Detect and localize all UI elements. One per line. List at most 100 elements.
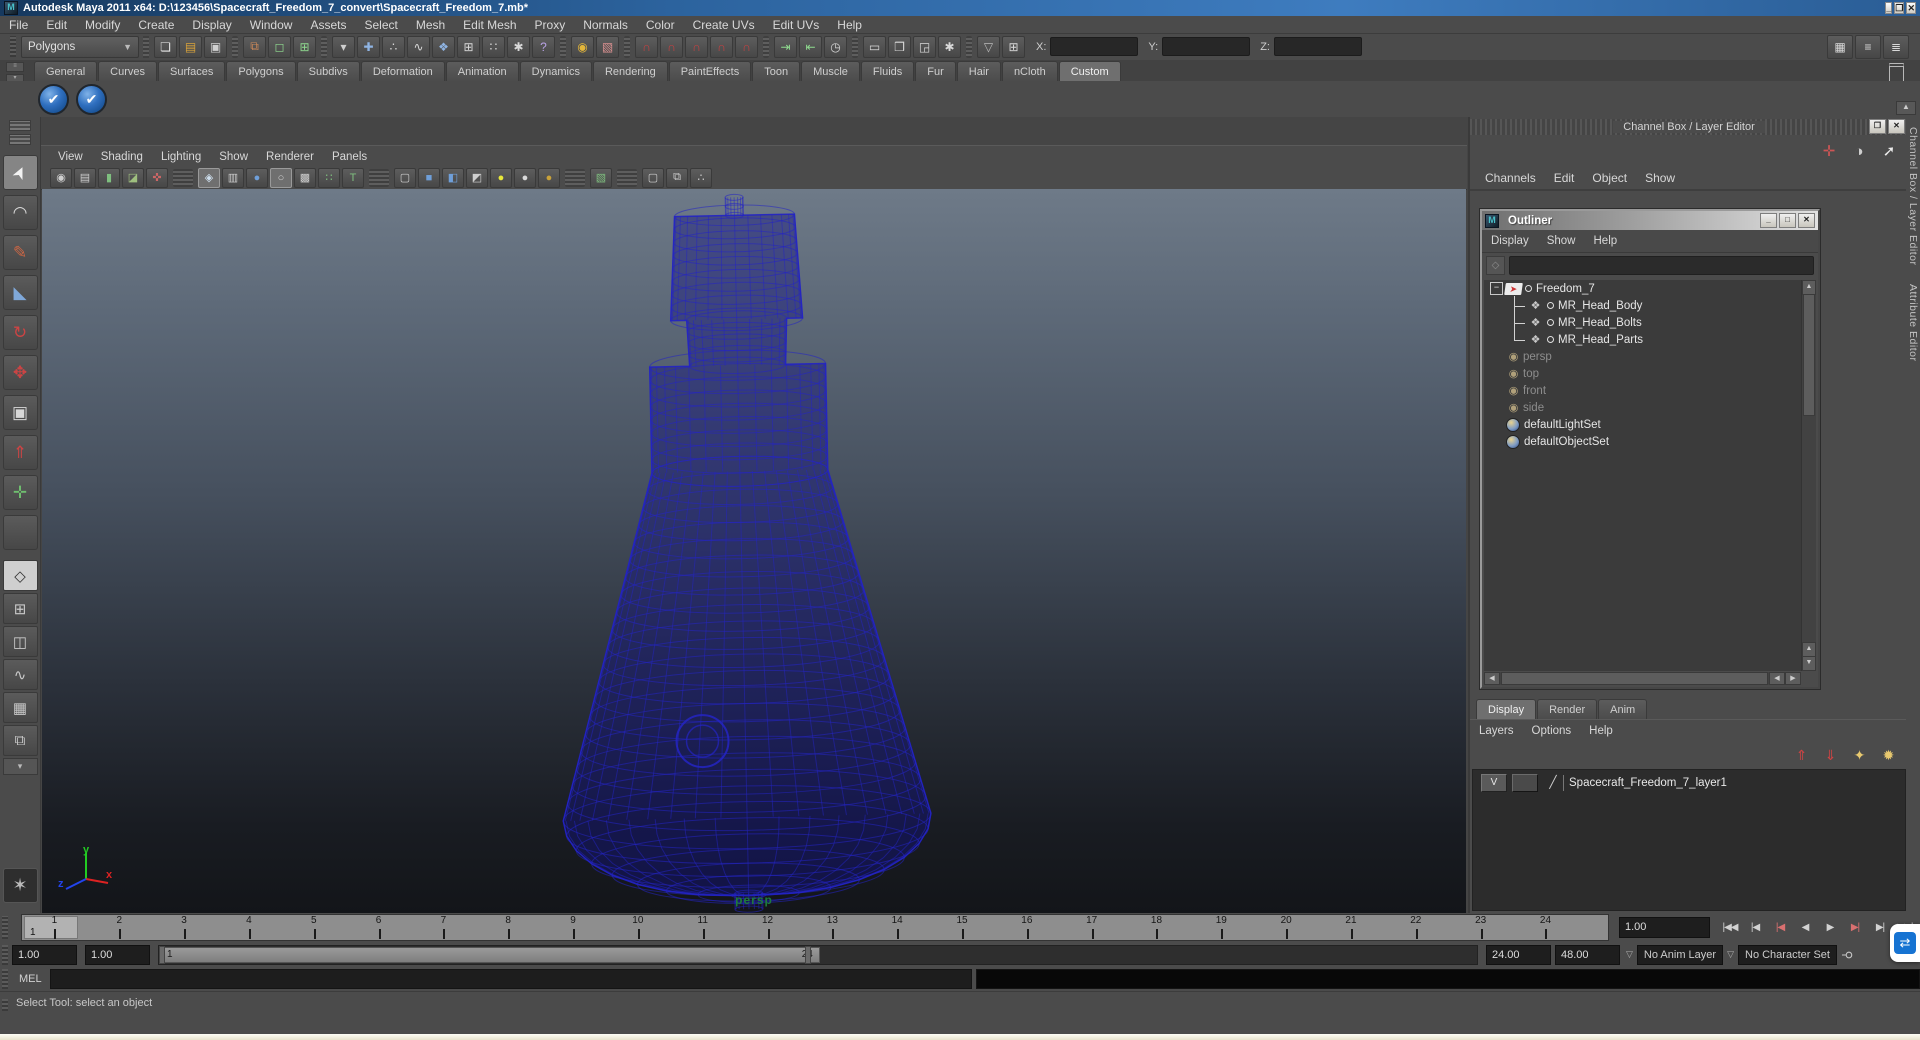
new-scene-icon[interactable]: ❏ [154,35,177,58]
snap-point-icon[interactable]: ∴ [382,35,405,58]
viewport-menu-item[interactable]: Shading [92,151,152,163]
layout-outliner-persp[interactable]: ◫ [2,626,38,657]
viewport-icon[interactable] [565,168,585,187]
outliner-maximize-button[interactable]: □ [1779,213,1796,228]
outliner-row[interactable]: ◉ side [1484,399,1801,416]
shelf-tab[interactable]: Dynamics [519,61,592,81]
current-time-input[interactable]: 1.00 [1619,917,1710,938]
menu-item[interactable]: Create UVs [684,18,764,32]
layer-display-type-toggle[interactable]: ╱ [1543,775,1564,791]
xray-icon[interactable]: ▢ [642,167,664,188]
status-icon[interactable] [232,35,238,58]
layer-editor-menu-item[interactable]: Layers [1470,725,1523,737]
timeline-frame[interactable]: 4 [216,915,281,940]
scrollbar-thumb[interactable] [1803,294,1815,416]
snap-to-live-magnet-icon[interactable]: ∩ [735,35,758,58]
snap-grid-cross-icon[interactable]: ✚ [357,35,380,58]
snap-to-curves-magnet-icon[interactable]: ∩ [660,35,683,58]
soft-modification-tool[interactable]: ⇑ [2,435,38,470]
shelf-scroll-up-icon[interactable]: ▲ [1896,101,1916,115]
timeline-frame[interactable]: 7 [411,915,476,940]
layer-playback-toggle[interactable] [1512,774,1538,792]
outliner-minimize-button[interactable]: _ [1760,213,1777,228]
layout-menu-button[interactable]: ▾ [2,758,38,775]
render-settings-icon[interactable]: ✱ [938,35,961,58]
outliner-row[interactable]: ◉ persp [1484,348,1801,365]
camera-attributes-icon[interactable]: ▤ [74,167,96,188]
viewport-icon[interactable] [369,168,389,187]
outliner-vertical-scrollbar[interactable]: ▲ ▲ ▼ [1801,280,1816,671]
render-current-frame-icon[interactable]: ❒ [888,35,911,58]
highlight-selection-icon[interactable]: ▧ [596,35,619,58]
outliner-row[interactable]: defaultObjectSet [1484,433,1801,450]
side-tab[interactable]: Attribute Editor [1907,284,1919,361]
outliner-row[interactable]: ❖ MR_Head_Bolts [1484,313,1801,332]
expander-icon[interactable]: − [1490,282,1503,295]
viewport-menu-item[interactable]: Show [210,151,257,163]
shelf-smooth-button-2[interactable]: ✔ [76,83,107,115]
shelf-tab[interactable]: Hair [956,61,1001,81]
paint-selection-tool[interactable]: ✎ [2,235,38,270]
timeline-frame[interactable]: 16 [994,915,1059,940]
playback-start-input[interactable]: 1.00 [85,944,150,965]
quick-rename-arrow-icon[interactable]: ▽ [977,35,1000,58]
scale-tool[interactable]: ✥ [2,355,38,390]
range-slider-track[interactable]: 1 24 [158,944,1478,965]
menu-item[interactable]: Color [637,18,684,32]
no-lights-icon[interactable]: ● [538,167,560,188]
timeline-frame[interactable]: 17 [1059,915,1124,940]
channel-box-menu-item[interactable]: Channels [1476,171,1545,185]
trash-icon[interactable] [1889,63,1904,82]
timeline-frame[interactable]: 11 [670,915,735,940]
lasso-tool[interactable]: ◠ [2,195,38,230]
scroll-down-icon[interactable]: ▼ [1802,656,1816,671]
y-coord-input[interactable] [1162,37,1251,56]
snap-view-plane-icon[interactable]: ❖ [432,35,455,58]
shelf-tab[interactable]: Deformation [360,61,445,81]
timeline-frame[interactable]: 21 [1319,915,1384,940]
ui-toggle-handle-2[interactable] [9,134,31,145]
animation-end-input[interactable]: 48.00 [1555,944,1620,965]
go-to-start-button[interactable]: |◀◀ [1718,917,1742,939]
drag-handle[interactable] [10,35,16,58]
layer-editor-tab[interactable]: Display [1476,699,1537,719]
make-live-icon[interactable]: ⊞ [457,35,480,58]
viewport-menu-item[interactable]: Renderer [257,151,323,163]
wireframe-mode-icon[interactable]: ◈ [198,167,220,188]
last-tool-slot[interactable] [2,515,38,550]
shelf-tab[interactable]: Custom [1058,61,1121,81]
viewport-menu-item[interactable]: Lighting [152,151,210,163]
menu-item[interactable]: Edit UVs [764,18,829,32]
filter-icon[interactable]: ◇ [1486,255,1505,275]
scroll-up-icon[interactable]: ▲ [1802,280,1816,295]
pan-zoom-icon[interactable]: ✜ [146,167,168,188]
shelf-tab[interactable]: Rendering [592,61,668,81]
layer-visibility-toggle[interactable]: V [1481,774,1507,792]
outliner-row[interactable]: ❖ MR_Head_Parts [1484,330,1801,348]
menu-item[interactable]: Create [129,18,183,32]
select-tool[interactable]: ➤ [2,155,38,190]
menu-set-selector[interactable]: Polygons ▼ [21,35,139,58]
snap-to-grids-magnet-icon[interactable]: ∩ [635,35,658,58]
textured-mode-icon[interactable]: ◧ [442,167,464,188]
timeline-frame[interactable]: 9 [541,915,606,940]
image-plane-icon[interactable]: ◪ [122,167,144,188]
shaded-mode-icon[interactable]: ● [246,167,268,188]
status-icon[interactable] [966,35,972,58]
menu-item[interactable]: Modify [76,18,129,32]
close-button[interactable]: ✕ [1906,2,1916,14]
plugin-shapes-icon[interactable]: ∴ [690,167,712,188]
chevron-down-icon[interactable]: ▽ [1626,949,1633,960]
attribute-editor-toggle-icon[interactable]: ≣ [1883,35,1909,59]
status-icon[interactable] [763,35,769,58]
layer-row[interactable]: V ╱ Spacecraft_Freedom_7_layer1 [1473,770,1905,796]
outliner-horizontal-scrollbar[interactable]: ◀ ◀ ▶ [1484,672,1801,685]
shelf-tab[interactable]: Animation [445,61,519,81]
gate-mask-icon[interactable]: ▩ [294,167,316,188]
safe-title-icon[interactable]: T [342,167,364,188]
drag-handle[interactable] [2,969,8,989]
drag-handle[interactable] [2,999,8,1011]
outliner-row[interactable]: − ➤ Freedom_7 [1484,280,1801,297]
shelf-tab[interactable]: Fur [915,61,956,81]
selection-mask-arrow-icon[interactable]: ▾ [332,35,355,58]
